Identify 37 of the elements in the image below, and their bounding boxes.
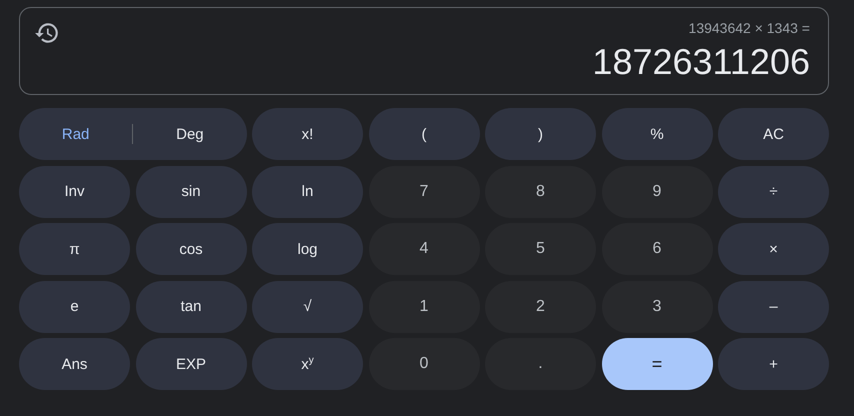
calculator-key[interactable]: 8 <box>485 166 596 218</box>
calculator-key[interactable]: ) <box>485 108 596 160</box>
calculator-key[interactable]: × <box>718 223 829 275</box>
calculator-key[interactable]: x$^{y}$ <box>252 338 363 390</box>
calculator-key[interactable]: % <box>602 108 712 160</box>
calculator-key[interactable]: 2 <box>485 280 596 332</box>
result-text: 18726311206 <box>592 42 810 82</box>
calculator-key[interactable]: x! <box>252 108 363 160</box>
calculator-key[interactable]: Ans <box>19 338 130 390</box>
calculator-key[interactable]: 0 <box>368 338 480 390</box>
calculator-key[interactable]: π <box>19 223 130 275</box>
calculator-key[interactable]: tan <box>136 280 246 332</box>
calculator-key[interactable]: EXP <box>136 338 246 390</box>
calculator-key[interactable]: e <box>19 280 130 332</box>
calculator-key[interactable]: 5 <box>485 223 596 275</box>
angle-mode-tab[interactable]: Rad <box>19 108 132 160</box>
calculator-key[interactable]: ( <box>368 108 480 160</box>
calculator-key[interactable]: + <box>718 338 829 390</box>
equals-button[interactable]: = <box>602 338 712 390</box>
calculator-key[interactable]: 1 <box>368 280 480 332</box>
calculator-key[interactable]: √ <box>252 280 363 332</box>
calculator-key[interactable]: cos <box>136 223 246 275</box>
calculator-key[interactable]: 7 <box>368 166 480 218</box>
calculator-key[interactable]: sin <box>136 166 246 218</box>
calculator-key[interactable]: . <box>485 338 596 390</box>
calculator-key[interactable]: ln <box>252 166 363 218</box>
calculator-key[interactable]: – <box>718 280 829 332</box>
angle-mode-tab[interactable]: Deg <box>133 108 246 160</box>
expression-text: 13943642 × 1343 = <box>688 20 810 36</box>
calculator-key[interactable]: 9 <box>602 166 712 218</box>
calculator-key[interactable]: ÷ <box>718 166 829 218</box>
calculator-key[interactable]: 4 <box>368 223 480 275</box>
calculator-key[interactable]: 6 <box>602 223 712 275</box>
calculator-key[interactable]: 3 <box>602 280 712 332</box>
calculator-key[interactable]: log <box>252 223 363 275</box>
calculator-key[interactable]: AC <box>718 108 829 160</box>
calculator-key[interactable]: Inv <box>19 166 130 218</box>
